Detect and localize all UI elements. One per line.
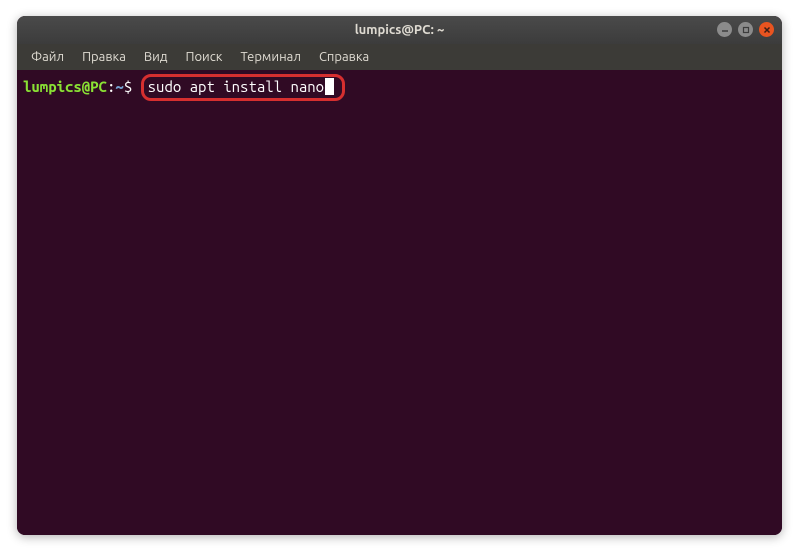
menu-file[interactable]: Файл: [23, 47, 72, 67]
minimize-button[interactable]: [717, 22, 732, 37]
window-controls: [717, 22, 774, 37]
command-highlight: sudo apt install nano: [141, 74, 345, 102]
menu-terminal[interactable]: Терминал: [232, 47, 308, 67]
menu-edit[interactable]: Правка: [74, 47, 134, 67]
prompt-user: lumpics@PC: [23, 77, 107, 97]
close-icon: [763, 26, 771, 34]
terminal-window: lumpics@PC: ~ Файл Правка Вид Поиск Терм…: [17, 16, 782, 535]
menu-search[interactable]: Поиск: [177, 47, 230, 67]
menubar: Файл Правка Вид Поиск Терминал Справка: [17, 44, 782, 70]
titlebar: lumpics@PC: ~: [17, 16, 782, 44]
maximize-icon: [742, 26, 750, 34]
minimize-icon: [721, 26, 729, 34]
prompt-colon: :: [107, 77, 115, 97]
window-title: lumpics@PC: ~: [355, 23, 445, 37]
close-button[interactable]: [759, 22, 774, 37]
text-cursor: [325, 78, 334, 95]
prompt-path: ~: [115, 77, 123, 97]
menu-help[interactable]: Справка: [311, 47, 377, 67]
menu-view[interactable]: Вид: [136, 47, 176, 67]
command-text: sudo apt install nano: [148, 78, 324, 95]
maximize-button[interactable]: [738, 22, 753, 37]
prompt-line: lumpics@PC:~$ sudo apt install nano: [23, 74, 776, 102]
prompt-dollar: $: [124, 77, 141, 97]
terminal-body[interactable]: lumpics@PC:~$ sudo apt install nano: [17, 70, 782, 535]
